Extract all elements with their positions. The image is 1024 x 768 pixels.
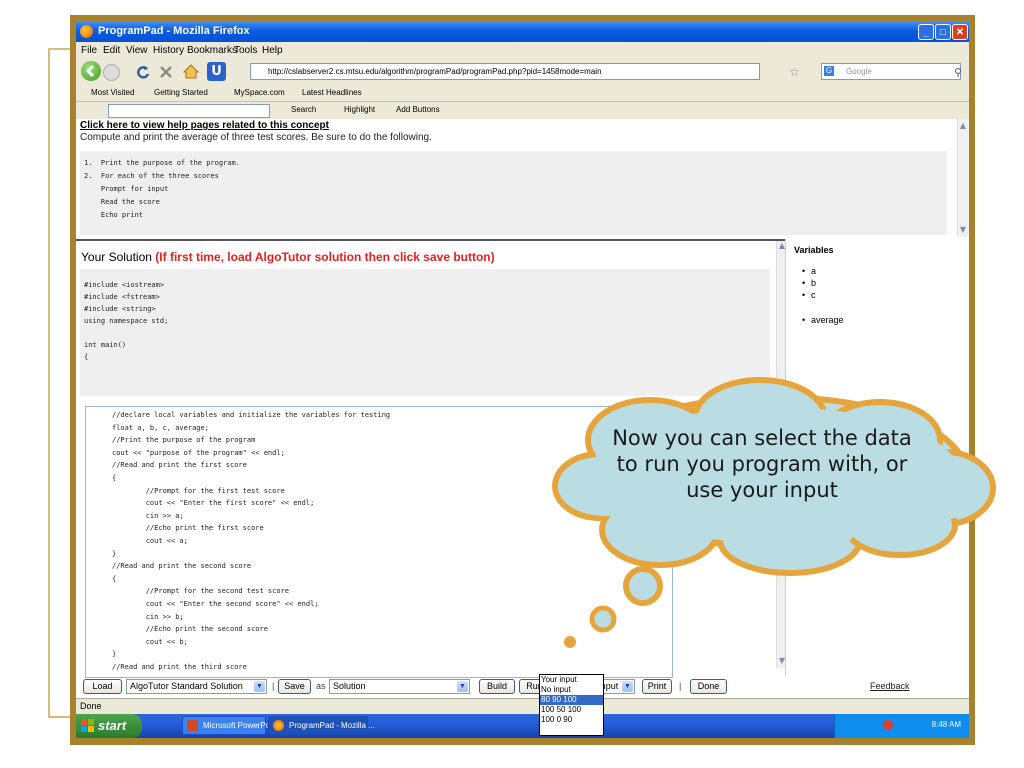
thought-bubble-dot bbox=[623, 566, 663, 606]
thought-bubble-dot bbox=[589, 605, 617, 633]
thought-cloud bbox=[552, 377, 996, 648]
callout-text: Now you can select the data to run you p… bbox=[612, 426, 912, 502]
thought-bubble-dot bbox=[564, 636, 576, 648]
